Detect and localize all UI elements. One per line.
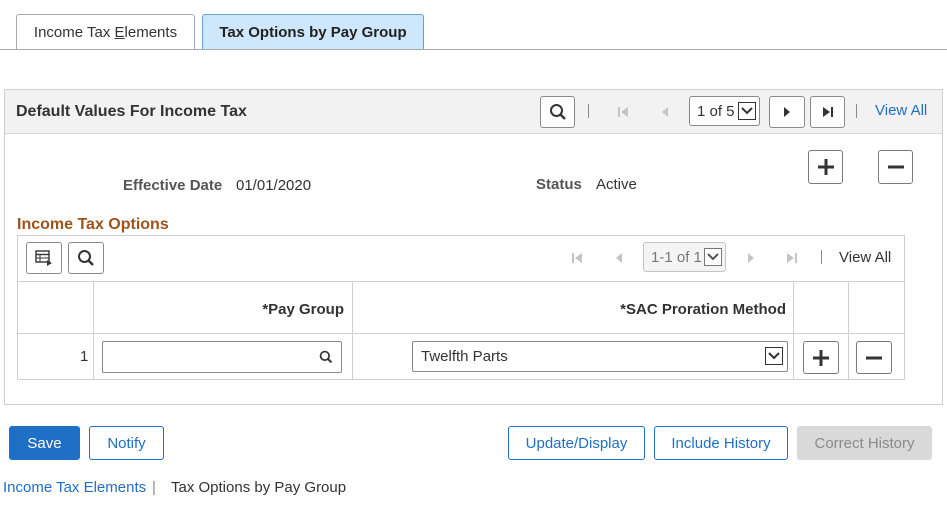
grid-toolbar: 1-1 of 1 View All [18, 236, 904, 280]
next-icon [748, 253, 754, 263]
save-button[interactable]: Save [9, 426, 80, 460]
chevron-down-icon [765, 347, 783, 365]
minus-icon [866, 356, 882, 359]
last-page-button[interactable] [810, 96, 845, 128]
plus-icon [813, 349, 829, 366]
panel-header: Default Values For Income Tax 1 of 5 Vie… [5, 90, 942, 134]
chevron-down-icon [704, 248, 722, 266]
tab-tax-options-by-pay-group[interactable]: Tax Options by Pay Group [202, 14, 424, 50]
previous-icon [616, 253, 622, 263]
grid-next-button[interactable] [739, 242, 763, 274]
row-counter-text: 1 of 5 [697, 102, 735, 120]
first-page-icon [572, 253, 582, 263]
pay-group-input[interactable] [102, 341, 342, 373]
header-sac-proration-method: *SAC Proration Method [620, 301, 786, 318]
previous-icon [662, 107, 668, 117]
first-page-button[interactable] [611, 96, 635, 128]
notify-button[interactable]: Notify [89, 426, 164, 460]
grid-row-counter-select[interactable]: 1-1 of 1 [643, 242, 726, 272]
sac-proration-method-select[interactable]: Twelfth Parts [412, 341, 788, 372]
grid-view-all-link[interactable]: View All [839, 249, 891, 266]
last-page-icon [787, 253, 797, 263]
personalize-grid-button[interactable] [26, 242, 62, 274]
minus-icon [887, 165, 904, 169]
tab-divider [0, 49, 947, 50]
view-all-link[interactable]: View All [875, 102, 927, 119]
first-page-icon [618, 107, 628, 117]
search-icon[interactable] [319, 350, 333, 364]
correct-history-button: Correct History [797, 426, 932, 460]
effective-date-value: 01/01/2020 [236, 177, 312, 194]
search-icon [549, 104, 566, 120]
chevron-down-icon [738, 102, 756, 120]
last-page-icon [822, 107, 833, 117]
col-divider [18, 282, 94, 333]
grid-add-row-button[interactable] [803, 341, 839, 374]
tab-label-accesskey: E [114, 24, 125, 41]
next-icon [784, 107, 790, 117]
include-history-button[interactable]: Include History [654, 426, 788, 460]
effective-date-label: Effective Date [123, 177, 223, 194]
update-display-button[interactable]: Update/Display [508, 426, 645, 460]
separator [856, 104, 857, 118]
grid-previous-button[interactable] [607, 242, 631, 274]
next-button[interactable] [769, 96, 805, 128]
grid-personalize-icon [35, 250, 52, 266]
grid-row-counter-text: 1-1 of 1 [651, 248, 702, 266]
plus-icon [817, 159, 834, 175]
grid-header-row: *Pay Group *SAC Proration Method [18, 281, 904, 334]
panel-title: Default Values For Income Tax [16, 103, 247, 120]
income-tax-options-title: Income Tax Options [17, 216, 169, 233]
tab-label-pre: Income Tax [33, 24, 115, 41]
tab-label-post: lements [124, 24, 178, 41]
sac-proration-method-value: Twelfth Parts [421, 348, 508, 365]
grid-delete-row-button[interactable] [856, 341, 892, 374]
row-number: 1 [80, 348, 89, 365]
col-divider [794, 282, 849, 333]
income-tax-options-grid: 1-1 of 1 View All *Pay Group *SAC Prorat… [17, 235, 905, 380]
row-counter-select[interactable]: 1 of 5 [689, 96, 760, 126]
grid-table: *Pay Group *SAC Proration Method 1 Twelf… [18, 281, 904, 380]
separator [588, 104, 589, 118]
table-row: 1 Twelfth Parts [18, 334, 904, 380]
status-label: Status [536, 176, 582, 193]
search-icon [78, 250, 94, 266]
footer-current-page: Tax Options by Pay Group [171, 479, 347, 496]
delete-row-button[interactable] [878, 150, 913, 184]
header-pay-group: *Pay Group [262, 301, 344, 318]
footer-separator: | [152, 479, 156, 496]
grid-find-button[interactable] [68, 242, 104, 274]
separator [821, 250, 822, 264]
footer-link-income-tax-elements[interactable]: Income Tax Elements [3, 479, 146, 496]
previous-button[interactable] [653, 96, 677, 128]
tab-income-tax-elements[interactable]: Income Tax Elements [16, 14, 195, 50]
status-value: Active [596, 176, 637, 193]
grid-first-page-button[interactable] [565, 242, 589, 274]
add-row-button[interactable] [808, 150, 843, 184]
tab-label: Tax Options by Pay Group [219, 24, 407, 41]
find-button[interactable] [540, 96, 575, 128]
grid-last-page-button[interactable] [780, 242, 804, 274]
